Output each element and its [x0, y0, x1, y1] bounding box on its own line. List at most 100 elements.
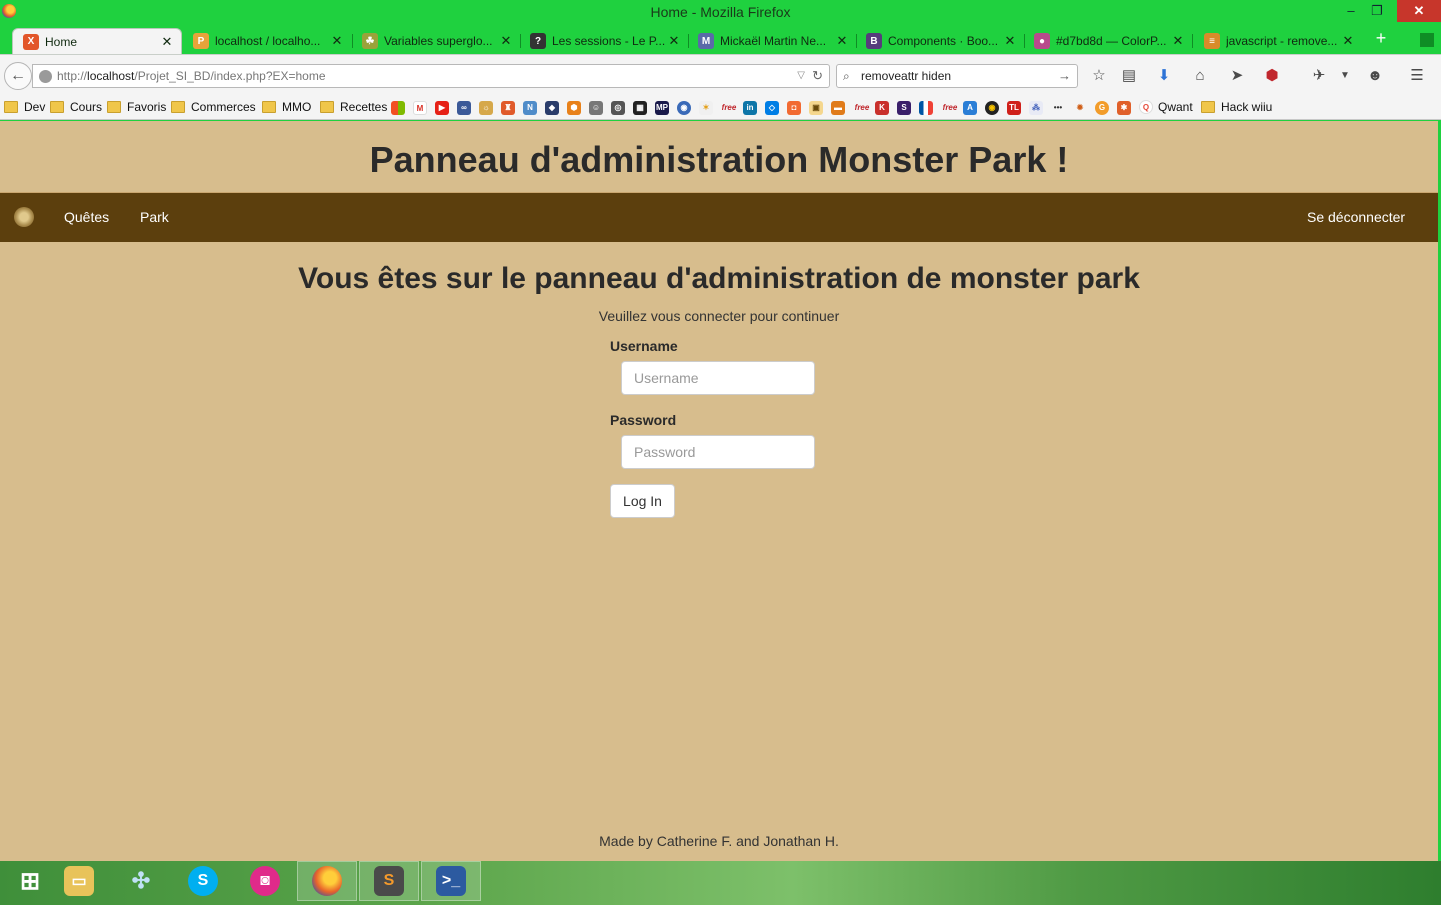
taskbar-network[interactable]: ✣: [111, 861, 171, 901]
password-input[interactable]: [621, 435, 815, 469]
new-tab-button[interactable]: +: [1370, 28, 1392, 49]
monster-park-logo-icon[interactable]: [14, 207, 34, 227]
tab-close-icon[interactable]: ✕: [498, 33, 514, 49]
lion-icon[interactable]: ☼: [479, 101, 493, 115]
sunglasses-icon[interactable]: ▬: [831, 101, 845, 115]
tab-close-icon[interactable]: ✕: [834, 33, 850, 49]
home-icon[interactable]: ⌂: [1190, 66, 1210, 86]
taskbar-firefox[interactable]: [297, 861, 357, 901]
phpmyadmin-icon: P: [193, 33, 209, 49]
globe-bookmark-icon[interactable]: ◉: [677, 101, 691, 115]
username-input[interactable]: [621, 361, 815, 395]
mp-icon[interactable]: MP: [655, 101, 669, 115]
disc-icon[interactable]: ◎: [611, 101, 625, 115]
microsoft-icon[interactable]: [391, 101, 405, 115]
folder-icon: [171, 101, 185, 113]
bookmark-qwant[interactable]: Q Qwant: [1139, 100, 1193, 114]
logout-link[interactable]: Se déconnecter: [1307, 209, 1405, 225]
tab-close-icon[interactable]: ✕: [1170, 33, 1186, 49]
tab-close-icon[interactable]: ✕: [1340, 33, 1356, 49]
login-button[interactable]: Log In: [610, 484, 675, 518]
youtube-icon[interactable]: ▶: [435, 101, 449, 115]
hexagon-icon[interactable]: ⬢: [567, 101, 581, 115]
tab-home[interactable]: X Home ✕: [12, 28, 182, 54]
bookmark-folder-favoris[interactable]: Favoris: [107, 100, 166, 114]
tab-list-icon[interactable]: [1420, 33, 1434, 47]
reading-list-icon[interactable]: ▤: [1119, 66, 1139, 86]
ring-icon[interactable]: ◉: [985, 101, 999, 115]
bookmark-folder-mmo[interactable]: MMO: [262, 100, 311, 114]
taskbar-app[interactable]: ◙: [235, 861, 295, 901]
tab-close-icon[interactable]: ✕: [666, 33, 682, 49]
mario-icon[interactable]: ♜: [501, 101, 515, 115]
free-icon[interactable]: free: [719, 101, 739, 115]
back-button[interactable]: ←: [4, 62, 32, 90]
k-icon[interactable]: K: [875, 101, 889, 115]
linkedin-icon[interactable]: in: [743, 101, 757, 115]
downloads-icon[interactable]: ⬇: [1154, 66, 1174, 86]
maximize-button[interactable]: ❐: [1362, 0, 1392, 22]
tab-mickael-martin[interactable]: M Mickaël Martin Ne... ✕: [688, 28, 856, 54]
free-icon-2[interactable]: free: [852, 101, 872, 115]
tab-label: javascript - remove...: [1226, 34, 1338, 48]
tab-label: Components · Boo...: [888, 34, 999, 48]
taskbar-skype[interactable]: S: [173, 861, 233, 901]
g-icon[interactable]: G: [1095, 101, 1109, 115]
tab-close-icon[interactable]: ✕: [159, 34, 175, 50]
s-icon[interactable]: S: [897, 101, 911, 115]
extension-dropdown-icon[interactable]: ▼: [1335, 66, 1355, 86]
shield-icon[interactable]: ◆: [545, 101, 559, 115]
tab-close-icon[interactable]: ✕: [329, 33, 345, 49]
puzzle-icon[interactable]: ✱: [1117, 101, 1131, 115]
dropbox-icon[interactable]: ◇: [765, 101, 779, 115]
close-window-button[interactable]: ✕: [1397, 0, 1441, 22]
smiley-icon[interactable]: ☻: [1365, 66, 1385, 86]
robot-icon[interactable]: ☺: [589, 101, 603, 115]
search-go-icon[interactable]: →: [1058, 65, 1071, 87]
tab-close-icon[interactable]: ✕: [1002, 33, 1018, 49]
send-icon[interactable]: ➤: [1227, 66, 1247, 86]
bookmark-folder-hack-wiiu[interactable]: Hack wiiu: [1201, 100, 1272, 114]
nav-link-quests[interactable]: Quêtes: [64, 209, 109, 225]
page-content: Panneau d'administration Monster Park ! …: [0, 121, 1438, 861]
link-icon[interactable]: ∞: [457, 101, 471, 115]
tl-icon[interactable]: TL: [1007, 101, 1021, 115]
dots-icon[interactable]: •••: [1051, 101, 1065, 115]
tab-colorpicker[interactable]: ● #d7bd8d — ColorP... ✕: [1024, 28, 1192, 54]
bookmark-folder-cours[interactable]: Cours: [50, 100, 102, 114]
php-elephant-icon: ☘: [362, 33, 378, 49]
nav-link-park[interactable]: Park: [140, 209, 169, 225]
tab-les-sessions[interactable]: ? Les sessions - Le P... ✕: [520, 28, 688, 54]
gmail-icon[interactable]: M: [413, 101, 427, 115]
tab-bootstrap-components[interactable]: B Components · Boo... ✕: [856, 28, 1024, 54]
free-icon-3[interactable]: free: [940, 101, 960, 115]
extension-icon[interactable]: ✈: [1309, 66, 1329, 86]
reload-icon[interactable]: ↻: [812, 65, 823, 87]
bookmark-folder-commerces[interactable]: Commerces: [171, 100, 256, 114]
network-icon: ✣: [131, 868, 151, 893]
taskbar-sublime-text[interactable]: S: [359, 861, 419, 901]
france-flag-icon[interactable]: [919, 101, 933, 115]
menu-icon[interactable]: ☰: [1407, 66, 1427, 86]
taskbar-file-explorer[interactable]: ▭: [49, 861, 109, 901]
film-icon[interactable]: ▦: [633, 101, 647, 115]
sunburst-icon[interactable]: ✹: [1073, 101, 1087, 115]
bookmark-star-icon[interactable]: ☆: [1089, 66, 1109, 86]
tab-javascript-remove[interactable]: ≡ javascript - remove... ✕: [1194, 28, 1362, 54]
ndm-icon[interactable]: N: [523, 101, 537, 115]
tab-phpmyadmin[interactable]: P localhost / localho... ✕: [183, 28, 351, 54]
molecule-icon[interactable]: ⁂: [1029, 101, 1043, 115]
windows-taskbar: ⊞ ▭ ✣ S ◙ S >_: [0, 861, 1441, 905]
search-bar[interactable]: ⌕ removeattr hiden →: [836, 64, 1078, 88]
bookmark-folder-dev[interactable]: Dev: [4, 100, 45, 114]
camera-icon[interactable]: ◘: [787, 101, 801, 115]
card-icon[interactable]: ▣: [809, 101, 823, 115]
history-dropdown-icon[interactable]: ▽: [797, 65, 805, 87]
taskbar-powershell[interactable]: >_: [421, 861, 481, 901]
url-bar[interactable]: http://localhost/Projet_SI_BD/index.php?…: [32, 64, 830, 88]
bookmark-folder-recettes[interactable]: Recettes: [320, 100, 387, 114]
adblock-icon[interactable]: ⬢: [1262, 66, 1282, 86]
translate-icon[interactable]: A: [963, 101, 977, 115]
sun-icon[interactable]: ✶: [699, 101, 713, 115]
tab-variables-superglobales[interactable]: ☘ Variables superglo... ✕: [352, 28, 520, 54]
